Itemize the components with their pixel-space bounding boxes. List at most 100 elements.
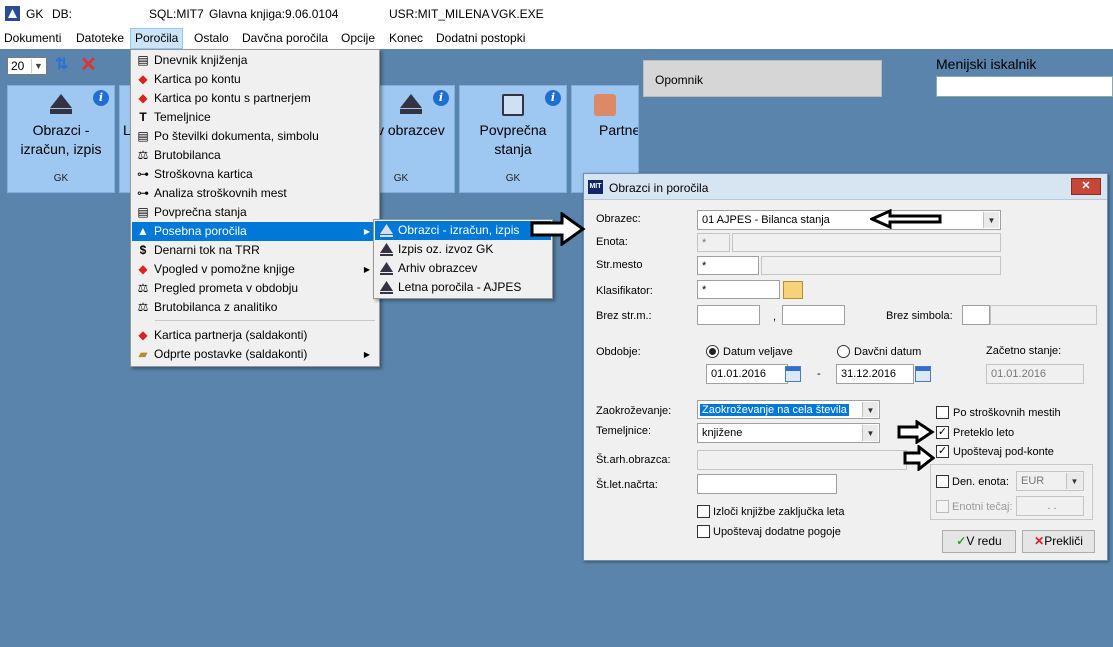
tile-povprecna[interactable]: i Povprečna stanja GK [459, 85, 567, 193]
reminder-panel[interactable]: Opomnik [643, 60, 882, 97]
brez-simbola-input[interactable] [962, 305, 990, 325]
annotation-arrow-preteklo [897, 420, 935, 444]
tree-icon: ⊶ [137, 186, 149, 200]
card-icon: ◆ [138, 72, 148, 86]
menu-item-povprecna[interactable]: ▤ Povprečna stanja [132, 203, 378, 222]
db-label: DB: [52, 7, 73, 21]
obrazec-value: 01 AJPES - Bilanca stanja [702, 214, 830, 226]
submenu-item-letna[interactable]: Letna poročila - AJPES [375, 278, 551, 297]
currency-combo[interactable]: EUR ▼ [1016, 471, 1084, 491]
menu-item-label: Povprečna stanja [154, 205, 247, 219]
den-enota-checkbox[interactable] [936, 475, 949, 488]
menu-item-kartica-konto[interactable]: ◆ Kartica po kontu [132, 70, 378, 89]
menu-item-vpogled[interactable]: ◆ Vpogled v pomožne knjige ▶ [132, 260, 378, 279]
menu-search-input[interactable] [936, 76, 1113, 97]
scale-icon: ⚖ [137, 281, 149, 295]
menu-item-denarni-tok[interactable]: $ Denarni tok na TRR [132, 241, 378, 260]
menu-ostalo[interactable]: Ostalo [190, 28, 233, 49]
info-icon[interactable]: i [545, 90, 561, 106]
app-icon [5, 6, 20, 21]
info-icon[interactable]: i [433, 90, 449, 106]
dialog-titlebar: MIT Obrazci in poročila ✕ [584, 174, 1107, 200]
ok-button[interactable]: ✓V redu [942, 530, 1016, 553]
menu-item-label: Posebna poročila [154, 224, 247, 238]
enota-input[interactable]: * [697, 233, 730, 252]
menu-item-stroskovna[interactable]: ⊶ Stroškovna kartica [132, 165, 378, 184]
mit-logo-icon: MIT [588, 180, 603, 194]
list-icon [502, 94, 524, 116]
tile-title: Obrazci - izračun, izpis [20, 122, 102, 157]
date-from-input[interactable]: 01.01.2016 [706, 364, 788, 384]
upostevaj-pogoje-checkbox[interactable] [697, 525, 710, 538]
menu-item-label: Kartica po kontu s partnerjem [154, 91, 311, 105]
stlet-input[interactable] [697, 474, 837, 494]
page-size-select[interactable]: 20 ▼ [7, 57, 47, 75]
menubar: Dokumenti Datoteke Poročila Ostalo Davčn… [0, 28, 1113, 49]
submenu-item-label: Letna poročila - AJPES [398, 280, 522, 294]
dialog-close-button[interactable]: ✕ [1071, 178, 1101, 195]
tile-obrazci[interactable]: i Obrazci - izračun, izpis GK [7, 85, 115, 193]
menu-item-dnevnik[interactable]: ▤ Dnevnik knjiženja [132, 51, 378, 70]
menu-item-brutobilanca[interactable]: ⚖ Brutobilanca [132, 146, 378, 165]
cancel-button[interactable]: ✕Prekliči [1022, 530, 1095, 553]
menu-item-odprte-postavke[interactable]: ▰ Odprte postavke (saldakonti) ▶ [132, 345, 378, 364]
zacetno-stanje-label: Začetno stanje: [986, 345, 1062, 357]
zaokrozevanje-value: Zaokroževanje na cela števila [700, 404, 849, 416]
klasifikator-input[interactable]: * [697, 280, 780, 299]
menu-item-label: Denarni tok na TRR [154, 243, 260, 257]
porocila-dropdown: ▤ Dnevnik knjiženja ◆ Kartica po kontu ◆ Ka… [130, 49, 380, 367]
card-icon: ◆ [138, 91, 148, 105]
menu-item-posebna[interactable]: ▲ Posebna poročila ▶ [132, 222, 378, 241]
menu-item-po-stevilki[interactable]: ▤ Po številki dokumenta, simbolu [132, 127, 378, 146]
currency-value: EUR [1021, 475, 1045, 487]
info-icon[interactable]: i [93, 90, 109, 106]
submenu-item-obrazci[interactable]: Obrazci - izračun, izpis [375, 221, 551, 240]
preteklo-leto-checkbox[interactable]: ✓ [936, 426, 949, 439]
refresh-icon[interactable]: ⇅ [55, 57, 71, 73]
annotation-arrow-right [530, 212, 586, 246]
submenu-item-izpis[interactable]: Izpis oz. izvoz GK [375, 240, 551, 259]
menu-item-temeljnice[interactable]: T Temeljnice [132, 108, 378, 127]
strmesto-input[interactable]: * [697, 256, 759, 275]
brez-strm-label: Brez str.m.: [596, 310, 652, 322]
enotni-tecaj-field[interactable]: . . [1016, 496, 1084, 516]
duns-logo-icon [50, 94, 72, 116]
enotni-tecaj-checkbox[interactable] [936, 500, 949, 513]
submenu-item-arhiv[interactable]: Arhiv obrazcev [375, 259, 551, 278]
izloci-label: Izloči knjižbe zaključka leta [713, 506, 845, 518]
po-stroskovnih-label: Po stroškovnih mestih [953, 407, 1061, 419]
date-to-input[interactable]: 31.12.2016 [836, 364, 914, 384]
davcni-datum-radio[interactable] [837, 345, 850, 358]
zaokrozevanje-combo[interactable]: Zaokroževanje na cela števila ▼ [697, 400, 880, 419]
menu-porocila[interactable]: Poročila [130, 28, 184, 49]
menu-item-kartica-partner[interactable]: ◆ Kartica po kontu s partnerjem [132, 89, 378, 108]
datum-veljave-radio[interactable] [706, 345, 719, 358]
menu-item-label: Brutobilanca z analitiko [154, 300, 278, 314]
menu-item-kartica-partnerja[interactable]: ◆ Kartica partnerja (saldakonti) [132, 326, 378, 345]
brez-strm-input-1[interactable] [697, 305, 760, 325]
menu-opcije[interactable]: Opcije [337, 28, 379, 49]
exe-label: VGK.EXE [491, 7, 544, 21]
menu-konec[interactable]: Konec [385, 28, 427, 49]
menu-item-brutobilanca-analitika[interactable]: ⚖ Brutobilanca z analitiko [132, 298, 378, 317]
menu-item-pregled-prometa[interactable]: ⚖ Pregled prometa v obdobju [132, 279, 378, 298]
izloci-checkbox[interactable] [697, 505, 710, 518]
calendar-icon[interactable] [915, 366, 931, 382]
menu-dodatni-postopki[interactable]: Dodatni postopki [432, 28, 529, 49]
scale-icon: ⚖ [137, 300, 149, 314]
starh-input[interactable] [697, 450, 907, 470]
menu-dokumenti[interactable]: Dokumenti [0, 28, 65, 49]
temeljnice-combo[interactable]: knjižene ▼ [697, 423, 880, 443]
menu-davcna-porocila[interactable]: Davčna poročila [238, 28, 332, 49]
calendar-icon[interactable] [785, 366, 801, 382]
brez-strm-input-2[interactable] [782, 305, 845, 325]
menu-item-analiza[interactable]: ⊶ Analiza stroškovnih mest [132, 184, 378, 203]
tile-arhiv[interactable]: i v obrazcev GK [379, 85, 455, 193]
po-stroskovnih-checkbox[interactable] [936, 406, 949, 419]
obrazec-combo[interactable]: 01 AJPES - Bilanca stanja ▼ [697, 210, 1001, 230]
close-red-icon[interactable]: ✕ [80, 55, 100, 75]
upostevaj-podkonte-checkbox[interactable]: ✓ [936, 445, 949, 458]
folder-icon[interactable] [783, 281, 803, 299]
folder-icon: ▰ [138, 347, 148, 361]
menu-datoteke[interactable]: Datoteke [72, 28, 128, 49]
